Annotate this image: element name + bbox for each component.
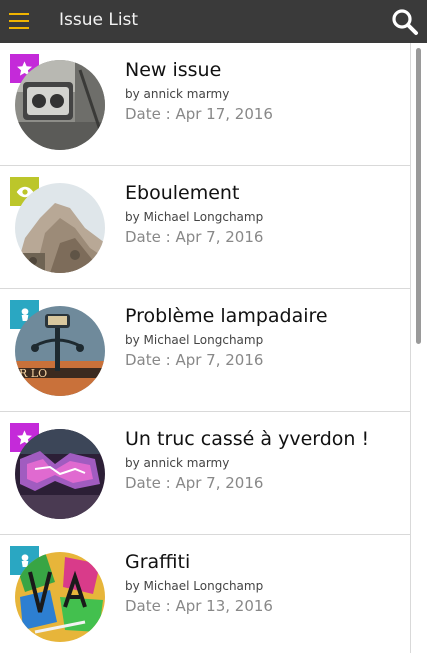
issue-date: Date : Apr 17, 2016 (125, 105, 273, 123)
scrollbar-thumb[interactable] (416, 48, 421, 344)
issue-date: Date : Apr 7, 2016 (125, 228, 264, 246)
page-title: Issue List (59, 10, 139, 30)
issue-thumbnail (15, 552, 105, 642)
issue-list-item[interactable]: OR LO Problème lampadaire by Michael Lon… (0, 289, 411, 412)
hamburger-menu-icon[interactable] (9, 13, 29, 29)
issue-list-item[interactable]: Eboulement by Michael Longchamp Date : A… (0, 166, 411, 289)
issue-title: Eboulement (125, 182, 240, 204)
issue-author: by annick marmy (125, 456, 230, 470)
issue-thumbnail (15, 183, 105, 273)
issue-thumbnail (15, 429, 105, 519)
issue-title: Un truc cassé à yverdon ! (125, 428, 370, 450)
svg-text:OR LO: OR LO (15, 367, 47, 380)
issue-date: Date : Apr 13, 2016 (125, 597, 273, 615)
issue-date: Date : Apr 7, 2016 (125, 474, 264, 492)
issue-list-item[interactable]: Un truc cassé à yverdon ! by annick marm… (0, 412, 411, 535)
top-app-bar: Issue List (0, 0, 427, 43)
search-icon[interactable] (391, 8, 419, 36)
issue-author: by Michael Longchamp (125, 579, 264, 593)
issue-title: Graffiti (125, 551, 191, 573)
issue-author: by Michael Longchamp (125, 333, 264, 347)
issue-list-item[interactable]: Graffiti by Michael Longchamp Date : Apr… (0, 535, 411, 653)
issue-thumbnail (15, 60, 105, 150)
scrollbar[interactable] (412, 43, 427, 653)
issue-date: Date : Apr 7, 2016 (125, 351, 264, 369)
issue-thumbnail: OR LO (15, 306, 105, 396)
issue-title: New issue (125, 59, 222, 81)
issue-author: by Michael Longchamp (125, 210, 264, 224)
issue-author: by annick marmy (125, 87, 230, 101)
issue-list-item[interactable]: New issue by annick marmy Date : Apr 17,… (0, 43, 411, 166)
issue-title: Problème lampadaire (125, 305, 328, 327)
issue-list: New issue by annick marmy Date : Apr 17,… (0, 43, 411, 653)
